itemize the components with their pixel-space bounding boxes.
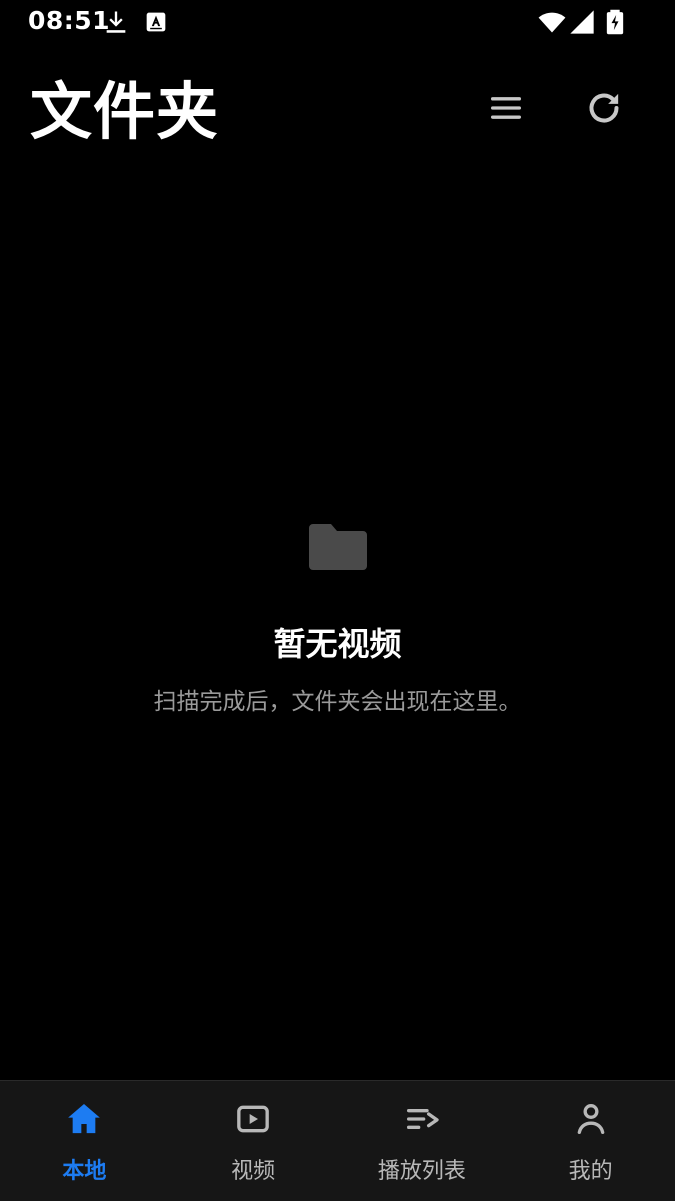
status-time: 08:51 (28, 6, 111, 35)
profile-icon (571, 1099, 611, 1139)
wifi-icon (538, 8, 566, 36)
nav-item-profile[interactable]: 我的 (506, 1081, 675, 1201)
status-bar: 08:51 (0, 0, 675, 46)
nav-label-profile: 我的 (568, 1159, 613, 1184)
empty-state: 暂无视频 扫描完成后，文件夹会出现在这里。 (0, 518, 675, 718)
keyboard-a-icon (142, 8, 170, 36)
page-title: 文件夹 (30, 75, 220, 148)
playlist-icon (402, 1099, 442, 1139)
header: 文件夹 (0, 60, 675, 170)
menu-icon (486, 88, 526, 128)
battery-charging-icon (601, 8, 629, 36)
empty-subtitle: 扫描完成后，文件夹会出现在这里。 (153, 689, 522, 715)
bottom-nav: 本地 视频 播放列表 我的 (0, 1080, 675, 1201)
nav-label-video: 视频 (231, 1159, 276, 1184)
menu-button[interactable] (480, 82, 532, 134)
nav-item-local[interactable]: 本地 (0, 1081, 169, 1201)
refresh-button[interactable] (578, 82, 630, 134)
folder-icon (307, 518, 369, 574)
download-icon (102, 8, 130, 36)
nav-label-local: 本地 (62, 1159, 107, 1184)
refresh-icon (584, 88, 624, 128)
nav-item-video[interactable]: 视频 (169, 1081, 338, 1201)
nav-label-playlist: 播放列表 (377, 1159, 466, 1184)
signal-icon (568, 8, 596, 36)
video-icon (233, 1099, 273, 1139)
home-icon (64, 1099, 104, 1139)
nav-item-playlist[interactable]: 播放列表 (338, 1081, 507, 1201)
empty-title: 暂无视频 (273, 625, 402, 663)
